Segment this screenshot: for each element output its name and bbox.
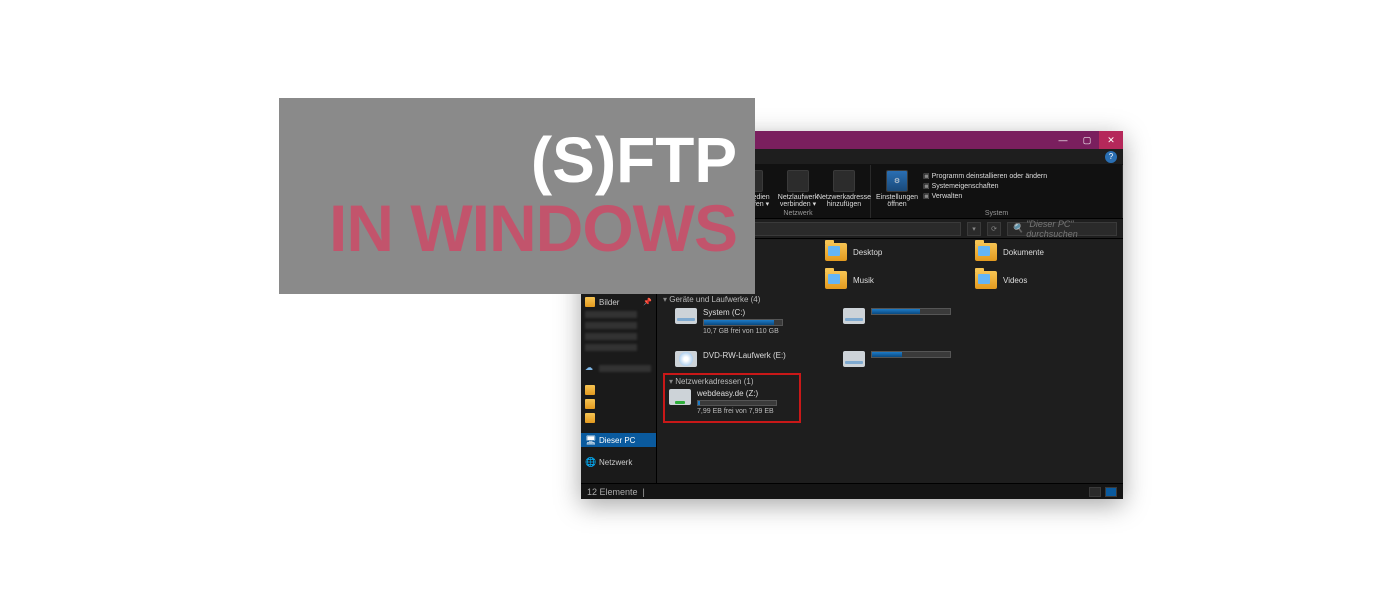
network-drive-free: 7,99 EB frei von 7,99 EB (697, 408, 777, 415)
network-drive-name: webdeasy.de (Z:) (697, 389, 777, 398)
close-button[interactable]: ✕ (1099, 131, 1123, 149)
pc-icon (585, 435, 595, 445)
sidebar-item-folder[interactable] (581, 411, 656, 425)
folder-musik[interactable]: Musik (825, 271, 929, 289)
blurred-icon (585, 322, 637, 329)
folder-icon (585, 297, 595, 307)
drive-bar (871, 308, 951, 315)
banner-line2: IN WINDOWS (329, 192, 737, 265)
drive-bar (871, 351, 951, 358)
sidebar-item-blurred[interactable] (581, 331, 656, 342)
maximize-button[interactable]: ▢ (1075, 131, 1099, 149)
cloud-icon (585, 363, 595, 373)
ribbon-verwalten[interactable]: Verwalten (923, 192, 1047, 200)
search-placeholder: "Dieser PC" durchsuchen (1026, 219, 1112, 239)
folder-icon (975, 243, 997, 261)
search-icon: 🔍 (1012, 223, 1023, 234)
status-text: 12 Elemente (587, 487, 638, 497)
drive-3[interactable] (843, 351, 953, 367)
ribbon-group-system: ⚙Einstellungen öffnen Programm deinstall… (871, 165, 1123, 218)
drive-name: DVD-RW-Laufwerk (E:) (703, 351, 786, 360)
ribbon-einstellungen[interactable]: ⚙Einstellungen öffnen (877, 170, 917, 208)
drive-free: 10,7 GB frei von 110 GB (703, 328, 783, 335)
sidebar-item-blurred[interactable] (581, 309, 656, 320)
view-icons-button[interactable] (1105, 487, 1117, 497)
status-bar: 12 Elemente | (581, 483, 1123, 499)
folder-icon (975, 271, 997, 289)
pin-icon: 📌 (643, 298, 652, 306)
sidebar-item-folder[interactable] (581, 383, 656, 397)
sidebar-bilder[interactable]: Bilder📌 (581, 295, 656, 309)
folder-icon (585, 399, 595, 409)
drive-dvd[interactable]: DVD-RW-Laufwerk (E:) (675, 351, 827, 367)
sidebar-item-blurred[interactable] (581, 320, 656, 331)
drive-icon (843, 351, 865, 367)
folder-desktop[interactable]: Desktop (825, 243, 929, 261)
search-input[interactable]: 🔍 "Dieser PC" durchsuchen (1007, 222, 1117, 236)
minimize-button[interactable]: — (1051, 131, 1075, 149)
network-header[interactable]: Netzwerkadressen (1) (669, 377, 795, 386)
section-network: Netzwerkadressen (1) webdeasy.de (Z:) 7,… (663, 373, 1117, 423)
blurred-icon (585, 333, 637, 340)
folder-videos[interactable]: Videos (975, 271, 1079, 289)
network-icon (585, 457, 595, 467)
blurred-icon (599, 365, 651, 372)
network-drive-icon (669, 389, 691, 405)
drive-icon (843, 308, 865, 324)
drive-2[interactable] (843, 308, 953, 335)
blurred-icon (585, 344, 637, 351)
drive-bar (703, 319, 783, 326)
drive-name: System (C:) (703, 308, 783, 317)
ribbon-netzwerkadresse[interactable]: Netzwerkadresse hinzufügen (824, 170, 864, 208)
sidebar-this-pc[interactable]: Dieser PC (581, 433, 656, 447)
sidebar-item-blurred[interactable] (581, 361, 656, 375)
ribbon-netzlaufwerk[interactable]: Netzlaufwerk verbinden ▾ (778, 170, 818, 208)
ribbon-sysprops[interactable]: Systemeigenschaften (923, 182, 1047, 190)
blurred-icon (585, 311, 637, 318)
help-button[interactable]: ? (1105, 151, 1117, 163)
drive-c[interactable]: System (C:) 10,7 GB frei von 110 GB (675, 308, 827, 335)
address-dropdown[interactable]: ▾ (967, 222, 981, 236)
folder-icon (585, 385, 595, 395)
section-drives: Geräte und Laufwerke (4) System (C:) 10,… (663, 295, 1117, 367)
folder-icon (825, 271, 847, 289)
folder-dokumente[interactable]: Dokumente (975, 243, 1079, 261)
banner-overlay: (S)FTP IN WINDOWS (279, 98, 755, 294)
view-details-button[interactable] (1089, 487, 1101, 497)
gear-icon: ⚙ (886, 170, 908, 192)
folder-icon (585, 413, 595, 423)
folder-icon (825, 243, 847, 261)
network-highlight-box: Netzwerkadressen (1) webdeasy.de (Z:) 7,… (663, 373, 801, 423)
drives-header[interactable]: Geräte und Laufwerke (4) (663, 295, 1117, 304)
sidebar-item-blurred[interactable] (581, 342, 656, 353)
network-drive-bar (697, 400, 777, 406)
ribbon-system-list: Programm deinstallieren oder ändern Syst… (923, 170, 1047, 200)
sidebar-item-folder[interactable] (581, 397, 656, 411)
ribbon-group-label: System (877, 210, 1116, 217)
refresh-button[interactable]: ⟳ (987, 222, 1001, 236)
dvd-icon (675, 351, 697, 367)
banner-line1: (S)FTP (531, 128, 737, 192)
ribbon-uninstall[interactable]: Programm deinstallieren oder ändern (923, 172, 1047, 180)
sidebar-network[interactable]: Netzwerk (581, 455, 656, 469)
network-drive-z[interactable]: webdeasy.de (Z:) 7,99 EB frei von 7,99 E… (669, 389, 795, 415)
drive-icon (675, 308, 697, 324)
